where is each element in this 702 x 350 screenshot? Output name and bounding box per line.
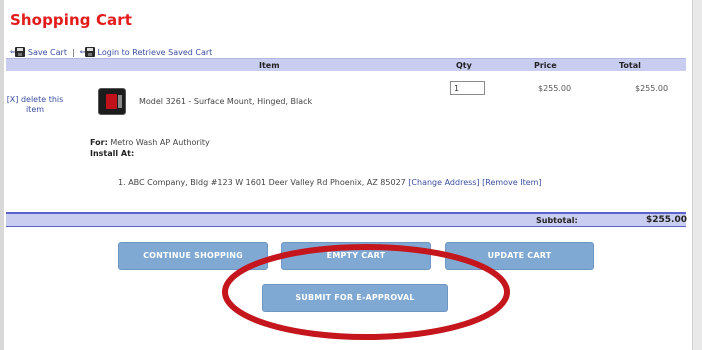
install-address: ABC Company, Bldg #123 W 1601 Deer Valle… (128, 178, 406, 187)
save-cart-icon-wrap[interactable]: ⇐ (10, 47, 25, 57)
subtotal-bar: Subtotal: $255.00 (6, 212, 687, 227)
page-title: Shopping Cart (10, 11, 133, 29)
install-address-line: 1. ABC Company, Bldg #123 W 1601 Deer Va… (118, 178, 542, 187)
save-cart-link[interactable]: Save Cart (28, 48, 67, 57)
column-header-qty: Qty (456, 61, 472, 70)
for-label: For: (90, 138, 108, 147)
cart-links: ⇐ Save Cart | ⇐ Login to Retrieve Saved … (10, 47, 212, 57)
address-index: 1. (118, 178, 126, 187)
window-frame-right (692, 0, 702, 350)
subtotal-label: Subtotal: (536, 216, 578, 225)
for-value: Metro Wash AP Authority (110, 138, 210, 147)
install-at-label: Install At: (90, 149, 135, 158)
change-address-link[interactable]: [Change Address] (408, 178, 479, 187)
product-description: Model 3261 - Surface Mount, Hinged, Blac… (139, 97, 313, 106)
remove-item-link[interactable]: [Remove Item] (482, 178, 541, 187)
floppy-disk-icon (84, 47, 95, 57)
for-line: For: Metro Wash AP Authority (90, 138, 210, 147)
column-header-total: Total (619, 61, 641, 70)
column-header-item: Item (259, 61, 280, 70)
continue-shopping-button[interactable]: CONTINUE SHOPPING (118, 242, 268, 270)
delete-item-link[interactable]: [X] delete this item (5, 95, 65, 115)
login-icon-wrap[interactable]: ⇐ (80, 47, 95, 57)
item-total: $255.00 (635, 84, 669, 93)
floppy-disk-icon (14, 47, 25, 57)
update-cart-button[interactable]: UPDATE CART (445, 242, 594, 270)
empty-cart-button[interactable]: EMPTY CART (281, 242, 431, 270)
column-header-price: Price (534, 61, 557, 70)
quantity-input[interactable] (450, 81, 485, 95)
login-retrieve-link[interactable]: Login to Retrieve Saved Cart (98, 48, 213, 57)
item-price: $255.00 (538, 84, 572, 93)
cart-table-header: Item Qty Price Total (6, 58, 686, 71)
product-thumbnail[interactable] (98, 88, 126, 115)
subtotal-value: $255.00 (646, 215, 687, 225)
link-separator: | (71, 47, 75, 57)
submit-for-approval-button[interactable]: SUBMIT FOR E-APPROVAL (262, 284, 448, 312)
window-frame-left (0, 0, 4, 350)
